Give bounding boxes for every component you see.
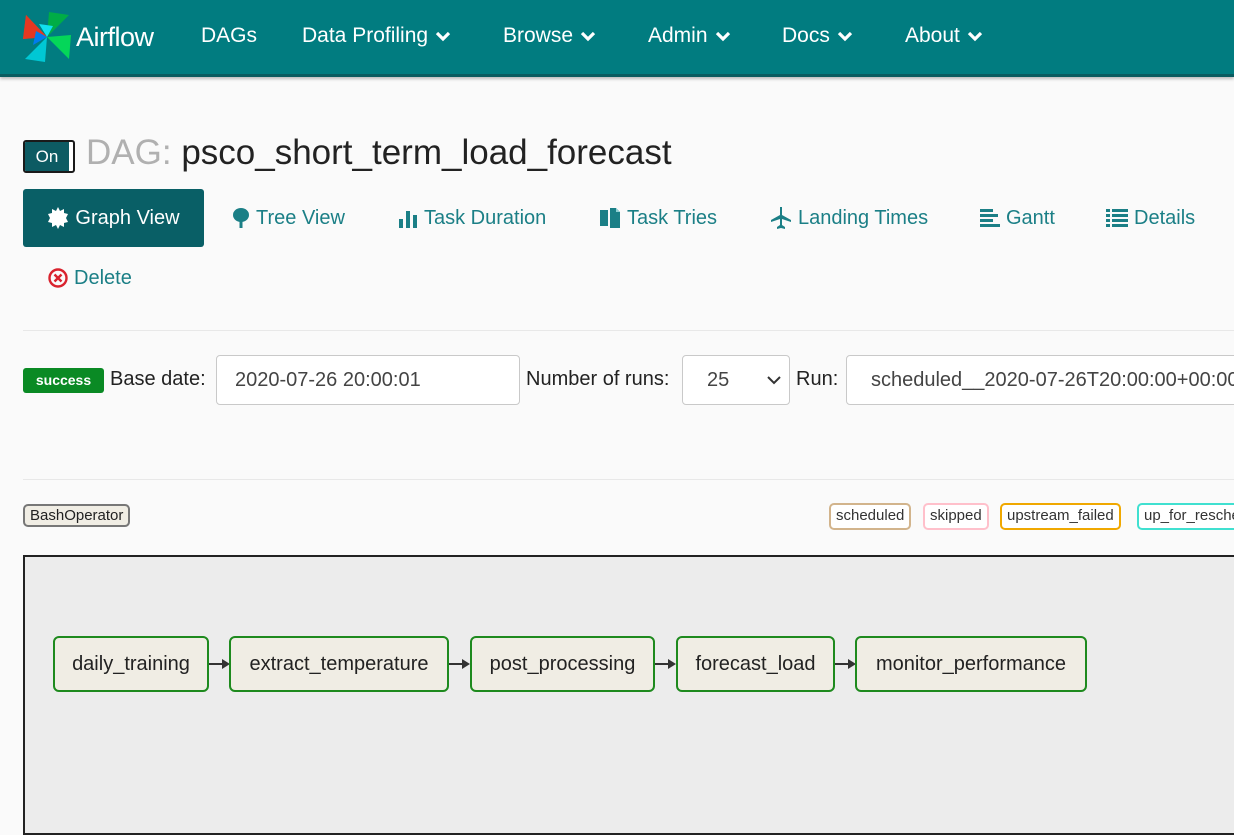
arrow-right-icon (462, 659, 470, 669)
nav-admin[interactable]: Admin (648, 24, 731, 48)
chevron-down-icon (837, 31, 852, 41)
nav-dags[interactable]: DAGs (201, 24, 257, 48)
num-runs-value: 25 (707, 369, 730, 391)
tab-tree-view[interactable]: Tree View (232, 189, 345, 247)
airflow-logo-icon (23, 12, 71, 62)
run-label: Run: (796, 368, 839, 390)
dag-graph-canvas[interactable] (23, 555, 1234, 835)
nav-dags-label: DAGs (201, 24, 258, 47)
align-left-icon (980, 209, 1000, 227)
task-node[interactable]: post_processing (470, 636, 655, 692)
task-node[interactable]: daily_training (53, 636, 209, 692)
task-node[interactable]: extract_temperature (229, 636, 449, 692)
task-node-label: extract_temperature (249, 652, 429, 675)
nav-admin-label: Admin (648, 24, 708, 47)
copy-files-icon (600, 208, 620, 228)
tab-details[interactable]: Details (1106, 189, 1195, 247)
num-runs-label: Number of runs: (526, 368, 670, 390)
tab-tree-view-label: Tree View (256, 206, 345, 229)
dag-edge (449, 663, 463, 665)
tab-details-label: Details (1134, 206, 1196, 229)
dag-title-prefix: DAG: (86, 133, 172, 172)
certificate-icon (48, 207, 69, 229)
nav-about-label: About (905, 24, 960, 47)
dag-id: psco_short_term_load_forecast (181, 133, 672, 172)
task-node-label: post_processing (489, 652, 636, 675)
delete-label: Delete (74, 266, 132, 289)
tab-landing-times[interactable]: Landing Times (770, 189, 928, 247)
tab-task-tries[interactable]: Task Tries (599, 189, 717, 247)
state-legend-scheduled[interactable]: scheduled (829, 503, 912, 530)
nav-docs-label: Docs (782, 24, 830, 47)
tab-landing-times-label: Landing Times (798, 206, 929, 229)
task-node[interactable]: forecast_load (676, 636, 835, 692)
num-runs-select[interactable]: 25 (682, 355, 790, 405)
top-navbar: Airflow DAGs Data Profiling Browse Admin… (0, 0, 1234, 77)
nav-about[interactable]: About (905, 24, 983, 48)
tab-gantt[interactable]: Gantt (980, 189, 1055, 247)
chevron-down-icon (967, 31, 983, 41)
status-badge: success (23, 368, 104, 393)
toggle-on-label: On (25, 142, 69, 171)
base-date-value: 2020-07-26 20:00:01 (235, 369, 421, 391)
remove-circle-icon (48, 268, 68, 288)
list-icon (1106, 209, 1128, 227)
base-date-input[interactable]: 2020-07-26 20:00:01 (216, 355, 520, 405)
tab-task-duration[interactable]: Task Duration (398, 189, 546, 247)
state-legend-upstream-failed[interactable]: upstream_failed (1000, 503, 1121, 530)
divider (23, 330, 1234, 331)
run-value: scheduled__2020-07-26T20:00:00+00:00 (871, 369, 1234, 391)
airplane-icon (771, 207, 791, 229)
operator-legend-badge: BashOperator (23, 504, 131, 527)
divider (23, 479, 1234, 480)
task-node-label: monitor_performance (875, 652, 1067, 675)
nav-data-profiling[interactable]: Data Profiling (302, 24, 451, 48)
tab-graph-view[interactable]: Graph View (23, 189, 204, 247)
tab-gantt-label: Gantt (1006, 206, 1055, 229)
tab-task-duration-label: Task Duration (424, 206, 547, 229)
chevron-down-icon (715, 31, 730, 41)
nav-docs[interactable]: Docs (782, 24, 853, 48)
state-legend-skipped[interactable]: skipped (923, 503, 989, 530)
chevron-down-icon (435, 31, 451, 41)
run-select[interactable]: scheduled__2020-07-26T20:00:00+00:00 (846, 355, 1234, 405)
chevron-down-icon (767, 376, 781, 385)
task-node-label: forecast_load (695, 652, 816, 675)
task-node-label: daily_training (72, 652, 190, 675)
task-node[interactable]: monitor_performance (855, 636, 1087, 692)
brand-name: Airflow (76, 21, 154, 52)
brand[interactable]: Airflow (22, 10, 154, 64)
page-title: DAG: psco_short_term_load_forecast (86, 133, 672, 173)
nav-browse[interactable]: Browse (503, 24, 596, 48)
base-date-label: Base date: (110, 368, 206, 390)
tree-icon (233, 208, 249, 228)
bar-chart-icon (399, 211, 417, 228)
arrow-right-icon (668, 659, 676, 669)
tab-graph-view-label: Graph View (75, 206, 180, 229)
chevron-down-icon (580, 31, 596, 41)
nav-data-profiling-label: Data Profiling (302, 24, 429, 47)
dag-pause-toggle[interactable]: On (23, 140, 75, 173)
nav-browse-label: Browse (503, 24, 574, 47)
delete-dag-button[interactable]: Delete (48, 249, 132, 307)
dag-edge (835, 663, 849, 665)
dag-edge (655, 663, 669, 665)
tab-task-tries-label: Task Tries (627, 206, 718, 229)
dag-edge (209, 663, 223, 665)
state-legend-up-for-reschedule[interactable]: up_for_reschedule (1137, 503, 1234, 530)
